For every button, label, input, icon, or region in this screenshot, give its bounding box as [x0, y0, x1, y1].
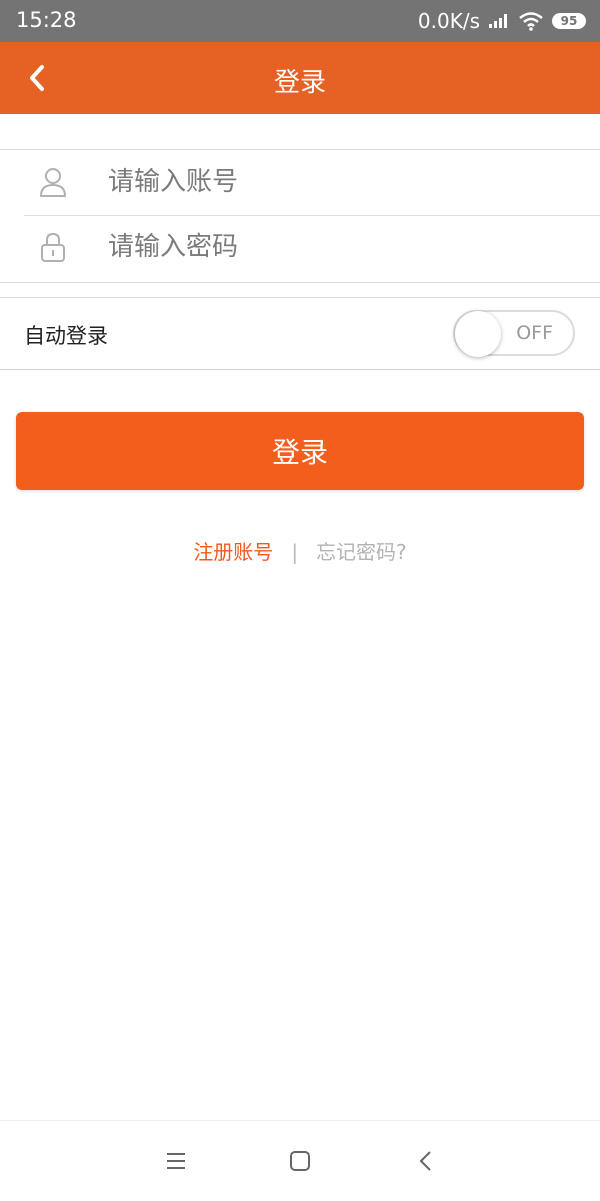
toggle-knob	[455, 311, 501, 357]
auto-login-row: 自动登录 OFF	[0, 297, 600, 370]
status-indicators: 0.0K/s 95	[418, 8, 586, 34]
link-separator: |	[291, 540, 299, 564]
menu-icon[interactable]	[164, 1149, 188, 1173]
user-icon	[39, 168, 67, 197]
account-row	[24, 150, 600, 216]
status-bar: 15:28 0.0K/s 95	[0, 0, 600, 42]
home-square-icon[interactable]	[288, 1149, 312, 1173]
account-links: 注册账号 | 忘记密码?	[0, 536, 600, 565]
app-header: 登录	[0, 42, 600, 114]
password-row	[24, 215, 600, 280]
register-link[interactable]: 注册账号	[193, 540, 273, 564]
status-time: 15:28	[16, 8, 77, 32]
back-icon[interactable]	[414, 1149, 438, 1173]
login-button[interactable]: 登录	[16, 412, 584, 490]
account-input[interactable]	[108, 160, 548, 204]
password-input[interactable]	[108, 225, 548, 269]
lock-icon	[41, 232, 65, 262]
toggle-state-text: OFF	[516, 322, 553, 344]
page-title: 登录	[273, 68, 326, 98]
signal-icon	[489, 14, 507, 28]
auto-login-label: 自动登录	[24, 324, 108, 348]
network-speed: 0.0K/s	[417, 9, 480, 33]
wifi-icon	[519, 12, 543, 31]
forgot-password-link[interactable]: 忘记密码?	[316, 540, 407, 564]
auto-login-toggle[interactable]: OFF	[453, 310, 575, 357]
system-nav-bar	[0, 1120, 600, 1201]
login-form	[0, 149, 600, 283]
battery-icon: 95	[552, 13, 586, 29]
